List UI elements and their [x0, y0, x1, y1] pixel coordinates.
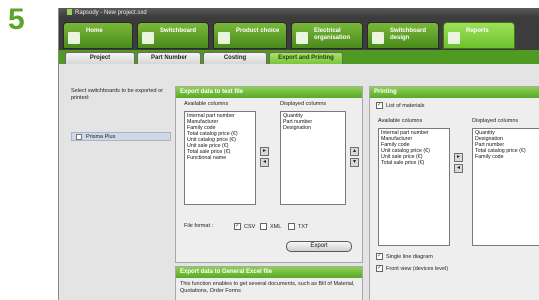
single-line-diagram-checkbox[interactable]: ✓: [376, 253, 383, 260]
available-columns-label: Available columns: [184, 101, 229, 107]
printing-panel: Printing ✓ List of materials Available c…: [369, 86, 539, 300]
nav-tab-reports[interactable]: Reports: [443, 22, 515, 49]
step-number: 5: [8, 3, 25, 36]
txt-checkbox[interactable]: [288, 223, 295, 230]
main-nav: Home Switchboard Product choice Electric…: [59, 18, 539, 50]
product-choice-icon: [218, 32, 230, 44]
single-line-diagram-label: Single line diagram: [386, 254, 433, 260]
switchboard-selector-title: Select switchboards to be exported or pr…: [71, 88, 164, 101]
print-available-columns-label: Available columns: [378, 118, 423, 124]
nav-tab-product-choice[interactable]: Product choice: [213, 22, 287, 49]
list-item[interactable]: Total sale price (€): [381, 160, 447, 166]
printing-header: Printing: [370, 87, 539, 98]
switchboard-selector: Select switchboards to be exported or pr…: [71, 88, 171, 141]
move-down-button[interactable]: ▾: [350, 158, 359, 167]
home-icon: [68, 32, 80, 44]
list-item[interactable]: Family code: [475, 154, 539, 160]
nav-label: Reports: [466, 28, 489, 34]
export-text-header: Export data to text file: [176, 87, 362, 98]
window-title: Rapsody - New project.sxd: [75, 10, 147, 16]
app-icon: [67, 9, 72, 15]
app-window: Rapsody - New project.sxd Home Switchboa…: [58, 8, 539, 300]
reports-icon: [448, 32, 460, 44]
remove-column-button[interactable]: ◂: [260, 158, 269, 167]
print-displayed-columns-label: Displayed columns: [472, 118, 519, 124]
export-button[interactable]: Export: [286, 241, 352, 252]
nav-tab-switchboard[interactable]: Switchboard: [137, 22, 209, 49]
tab-project[interactable]: Project: [65, 52, 135, 64]
title-bar: Rapsody - New project.sxd: [59, 8, 539, 18]
export-excel-panel: Export data to General Excel file This f…: [175, 266, 363, 300]
list-of-materials-checkbox[interactable]: ✓: [376, 102, 383, 109]
xml-label: XML: [270, 224, 282, 230]
nav-label: Electrical organisation: [314, 28, 351, 41]
list-of-materials-label: List of materials: [386, 103, 425, 109]
move-up-button[interactable]: ▴: [350, 147, 359, 156]
print-available-columns-list[interactable]: Internal part number Manufacturer Family…: [378, 128, 450, 246]
xml-checkbox[interactable]: [260, 223, 267, 230]
nav-label: Product choice: [236, 28, 280, 34]
export-text-panel: Export data to text file Available colum…: [175, 86, 363, 263]
front-view-label: Front view (devices level): [386, 266, 449, 272]
export-excel-header: Export data to General Excel file: [176, 267, 362, 278]
nav-tab-home[interactable]: Home: [63, 22, 133, 49]
switchboard-icon: [142, 32, 154, 44]
displayed-columns-list[interactable]: Quantity Part number Designation: [280, 111, 346, 205]
available-columns-list[interactable]: Internal part number Manufacturer Family…: [184, 111, 256, 205]
export-excel-description: This function enables to get several doc…: [180, 281, 355, 294]
print-remove-column-button[interactable]: ◂: [454, 164, 463, 173]
file-format-label: File format :: [184, 223, 214, 229]
csv-label: CSV: [244, 224, 256, 230]
nav-tab-switchboard-design[interactable]: Switchboard design: [367, 22, 439, 49]
switchboard-checkbox[interactable]: [76, 134, 82, 140]
displayed-columns-label: Displayed columns: [280, 101, 327, 107]
front-view-checkbox[interactable]: ✓: [376, 265, 383, 272]
tab-part-number[interactable]: Part Number: [137, 52, 201, 64]
txt-label: TXT: [298, 224, 309, 230]
print-add-column-button[interactable]: ▸: [454, 153, 463, 162]
list-item[interactable]: Designation: [283, 125, 343, 131]
tab-export-and-printing[interactable]: Export and Printing: [269, 52, 343, 64]
list-item[interactable]: Functional name: [187, 155, 253, 161]
electrical-organisation-icon: [296, 32, 308, 44]
switchboard-item[interactable]: Prisma Plus: [71, 132, 171, 141]
tab-costing[interactable]: Costing: [203, 52, 267, 64]
csv-checkbox[interactable]: ✓: [234, 223, 241, 230]
switchboard-design-icon: [372, 32, 384, 44]
sub-tab-bar: Project Part Number Costing Export and P…: [59, 50, 539, 64]
add-column-button[interactable]: ▸: [260, 147, 269, 156]
nav-label: Switchboard design: [390, 28, 427, 41]
nav-tab-electrical-organisation[interactable]: Electrical organisation: [291, 22, 363, 49]
nav-label: Switchboard: [160, 28, 197, 34]
switchboard-item-label: Prisma Plus: [86, 134, 116, 140]
nav-label: Home: [86, 28, 103, 34]
print-displayed-columns-list[interactable]: Quantity Designation Part number Total c…: [472, 128, 539, 246]
